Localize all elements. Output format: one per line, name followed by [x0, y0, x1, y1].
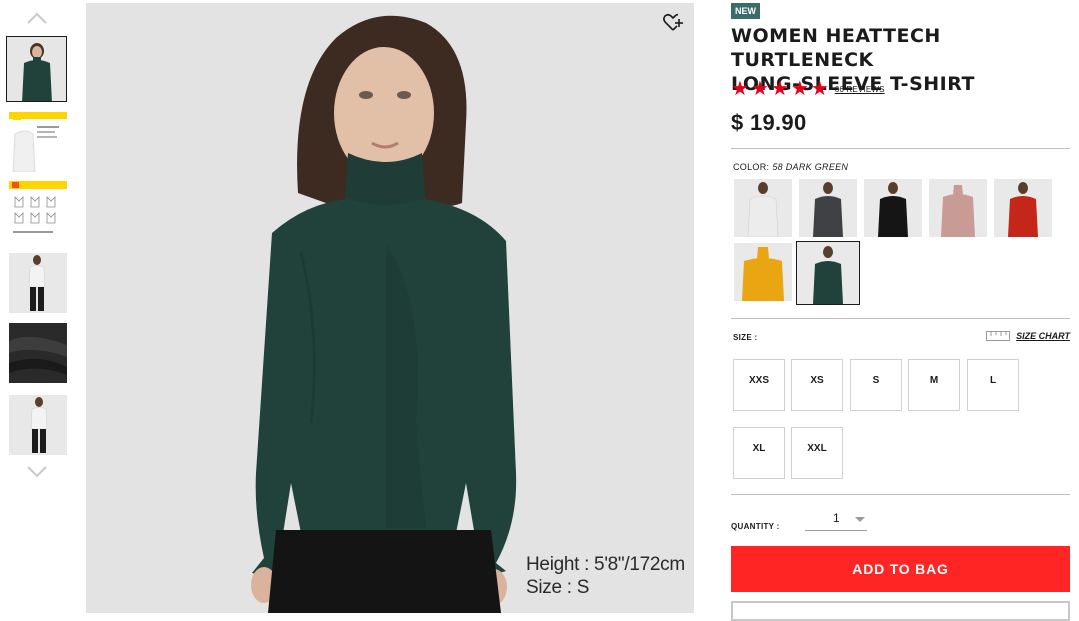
product-title-line1: WOMEN HEATTECH TURTLENECK — [731, 25, 941, 71]
thumbnails-down-arrow[interactable] — [26, 465, 48, 479]
heart-plus-icon — [663, 13, 683, 31]
thumb-photo — [9, 112, 67, 172]
thumb-fabric-detail[interactable] — [9, 323, 67, 383]
size-chart-link[interactable]: SIZE CHART — [986, 331, 1070, 341]
thumb-photo — [9, 181, 67, 241]
main-product-image[interactable]: Height : 5'8"/172cm Size : S — [86, 3, 694, 613]
color-swatch-pink[interactable] — [929, 179, 987, 237]
chevron-down-icon — [27, 466, 47, 478]
reviews-link[interactable]: 66 REVIEWS — [835, 85, 885, 94]
color-swatch-yellow[interactable] — [734, 243, 792, 301]
add-to-wishlist-button[interactable] — [662, 11, 684, 33]
swatch-photo — [994, 179, 1052, 237]
thumb-model-white-full-2[interactable] — [9, 395, 67, 455]
swatch-photo — [864, 179, 922, 237]
star-icon: ★ — [750, 78, 769, 100]
star-icon: ★ — [731, 78, 749, 100]
size-button-xxl[interactable]: XXL — [791, 427, 843, 479]
size-button-xs[interactable]: XS — [791, 359, 843, 411]
secondary-button[interactable] — [731, 601, 1070, 621]
product-details-panel: NEW WOMEN HEATTECH TURTLENECK LONG-SLEEV… — [731, 0, 1070, 621]
quantity-select[interactable]: 1 — [805, 508, 867, 531]
color-swatch-white[interactable] — [734, 179, 792, 237]
chevron-down-icon — [855, 517, 865, 522]
product-price: $ 19.90 — [731, 110, 807, 135]
star-rating: ★ ★ ★ ★ ★ — [731, 78, 829, 100]
model-info: Height : 5'8"/172cm Size : S — [526, 553, 685, 599]
ruler-icon — [986, 331, 1011, 341]
color-label-title: COLOR: — [733, 162, 770, 172]
size-button-m[interactable]: M — [908, 359, 960, 411]
swatch-photo — [929, 179, 987, 237]
thumb-size-guide[interactable] — [9, 181, 67, 241]
swatch-photo — [734, 243, 792, 301]
size-button-s[interactable]: S — [850, 359, 902, 411]
color-swatch-red[interactable] — [994, 179, 1052, 237]
thumbnails-up-arrow[interactable] — [26, 11, 48, 25]
color-swatch-gray[interactable] — [799, 179, 857, 237]
divider — [731, 318, 1070, 319]
swatch-photo — [797, 242, 859, 304]
star-icon: ★ — [770, 78, 789, 100]
thumb-model-white-full[interactable] — [9, 253, 67, 313]
star-icon: ★ — [810, 78, 829, 100]
add-to-bag-button[interactable]: ADD TO BAG — [731, 546, 1070, 592]
thumb-photo — [9, 253, 67, 313]
quantity-label: QUANTITY : — [731, 522, 780, 531]
chevron-up-icon — [27, 12, 47, 24]
size-button-l[interactable]: L — [967, 359, 1019, 411]
divider — [731, 494, 1070, 495]
new-badge: NEW — [731, 3, 760, 19]
color-swatch-dark-green[interactable] — [796, 241, 860, 305]
thumb-product-card-white[interactable] — [9, 112, 67, 172]
thumb-photo — [9, 323, 67, 383]
size-chart-label: SIZE CHART — [1016, 331, 1070, 341]
model-photo — [86, 3, 694, 613]
thumb-photo — [7, 37, 66, 101]
color-swatch-black[interactable] — [864, 179, 922, 237]
size-label: SIZE : — [733, 333, 758, 342]
rating-row: ★ ★ ★ ★ ★ 66 REVIEWS — [731, 78, 885, 100]
swatch-photo — [799, 179, 857, 237]
model-size: Size : S — [526, 577, 590, 598]
star-icon: ★ — [790, 78, 809, 100]
thumb-photo — [9, 395, 67, 455]
size-button-xxs[interactable]: XXS — [733, 359, 785, 411]
model-height: Height : 5'8"/172cm — [526, 554, 685, 575]
size-button-xl[interactable]: XL — [733, 427, 785, 479]
swatch-photo — [734, 179, 792, 237]
divider — [731, 148, 1070, 149]
thumb-green-turtleneck[interactable] — [6, 36, 67, 102]
selected-color-name: 58 DARK GREEN — [772, 162, 849, 172]
color-label: COLOR: 58 DARK GREEN — [733, 162, 848, 172]
quantity-value: 1 — [833, 511, 840, 525]
